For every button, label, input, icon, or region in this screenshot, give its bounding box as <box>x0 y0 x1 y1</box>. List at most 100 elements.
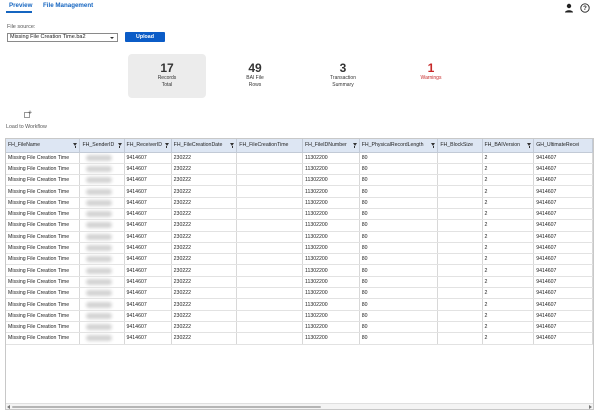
column-header-label: FH_FileIDNumber <box>304 142 347 149</box>
filter-icon[interactable] <box>352 143 357 148</box>
table-cell: 9414607 <box>124 264 172 277</box>
filter-icon[interactable] <box>230 143 235 148</box>
table-cell <box>79 264 125 277</box>
table-cell: 2 <box>482 197 535 209</box>
help-circle-icon[interactable]: ? <box>580 3 590 13</box>
grid-table: FH_FileName FH_SenderID FH_ReceiverID FH_Fi… <box>6 139 593 345</box>
load-to-workflow-label[interactable]: Load to Workflow <box>6 124 47 130</box>
table-cell: 80 <box>359 185 439 198</box>
table-cell: 80 <box>359 253 439 266</box>
column-header[interactable]: FH_FileCreationTime <box>236 139 303 153</box>
table-cell: 9414607 <box>124 253 172 266</box>
table-cell: 80 <box>359 276 439 289</box>
table-row[interactable]: Missing File Creation Time 9414607 230222 1… <box>6 287 593 300</box>
column-header[interactable]: GH_UltimateRecei <box>533 139 593 153</box>
filter-icon[interactable] <box>527 143 532 148</box>
column-header[interactable]: FH_SenderID <box>79 139 125 153</box>
user-icon[interactable] <box>564 3 574 13</box>
stat-warnings[interactable]: 1 Warnings <box>392 54 470 98</box>
table-cell: Missing File Creation Time <box>6 242 81 255</box>
table-cell <box>236 321 303 334</box>
table-cell <box>437 242 483 255</box>
column-header[interactable]: FH_FileIDNumber <box>302 139 360 153</box>
filter-icon[interactable] <box>73 143 78 148</box>
column-header-label: FH_BAIVersion <box>484 142 520 149</box>
redacted-value <box>86 233 113 240</box>
table-cell <box>437 310 483 322</box>
file-source-label: File source: <box>7 24 36 30</box>
table-cell: Missing File Creation Time <box>6 276 81 289</box>
column-header-label: FH_ReceiverID <box>126 142 162 149</box>
table-row[interactable]: Missing File Creation Time 9414607 230222 1… <box>6 208 593 221</box>
scroll-left-arrow-icon[interactable] <box>7 405 10 409</box>
table-cell <box>437 332 483 345</box>
column-header[interactable]: FH_FileCreationDate <box>171 139 238 153</box>
table-row[interactable]: Missing File Creation Time 9414607 230222 1… <box>6 332 593 345</box>
load-workflow-icon[interactable] <box>24 110 32 118</box>
filter-icon[interactable] <box>431 143 436 148</box>
table-row[interactable]: Missing File Creation Time 9414607 230222 1… <box>6 253 593 266</box>
upload-button[interactable]: Upload <box>125 32 165 42</box>
table-row[interactable]: Missing File Creation Time 9414607 230222 1… <box>6 231 593 243</box>
tab-file-management[interactable]: File Management <box>43 2 93 9</box>
table-row[interactable]: Missing File Creation Time 9414607 230222 1… <box>6 163 593 176</box>
table-cell: 80 <box>359 332 439 345</box>
table-cell <box>79 208 125 221</box>
table-cell: 9414607 <box>124 185 172 198</box>
table-cell: 80 <box>359 208 439 221</box>
table-row[interactable]: Missing File Creation Time 9414607 230222 1… <box>6 276 593 289</box>
redacted-value <box>86 211 113 218</box>
table-cell: 230222 <box>171 174 238 187</box>
table-cell <box>236 242 303 255</box>
table-row[interactable]: Missing File Creation Time 9414607 230222 1… <box>6 321 593 334</box>
table-row[interactable]: Missing File Creation Time 9414607 230222 1… <box>6 197 593 209</box>
table-row[interactable]: Missing File Creation Time 9414607 230222 1… <box>6 174 593 187</box>
table-cell <box>236 208 303 221</box>
column-header[interactable]: FH_ReceiverID <box>124 139 172 153</box>
table-cell: 2 <box>482 231 535 243</box>
column-header[interactable]: FH_BAIVersion <box>482 139 535 153</box>
table-cell <box>236 219 303 232</box>
stat-transaction-summary[interactable]: 3 Transaction Summary <box>304 54 382 98</box>
table-row[interactable]: Missing File Creation Time 9414607 230222 1… <box>6 298 593 311</box>
table-cell: 9414607 <box>533 321 593 334</box>
table-cell: 11302200 <box>302 298 360 311</box>
column-header[interactable]: FH_BlockSize <box>437 139 483 153</box>
table-cell <box>236 231 303 243</box>
table-row[interactable]: Missing File Creation Time 9414607 230222 1… <box>6 152 593 164</box>
column-header[interactable]: FH_FileName <box>6 139 81 153</box>
redacted-value <box>86 301 113 308</box>
table-cell: 2 <box>482 185 535 198</box>
file-source-select[interactable]: Missing File Creation Time.ba2 <box>7 33 118 42</box>
table-cell: Missing File Creation Time <box>6 332 81 345</box>
table-cell: 2 <box>482 298 535 311</box>
table-cell <box>79 219 125 232</box>
stat-records-total[interactable]: 17 Records Total <box>128 54 206 98</box>
stat-value: 3 <box>339 61 347 75</box>
stat-bai-file-rows[interactable]: 49 BAI File Rows <box>216 54 294 98</box>
table-cell <box>437 264 483 277</box>
scroll-right-arrow-icon[interactable] <box>589 405 592 409</box>
stat-label: Transaction Summary <box>330 75 356 88</box>
table-row[interactable]: Missing File Creation Time 9414607 230222 1… <box>6 242 593 255</box>
scrollbar-thumb[interactable] <box>12 405 321 408</box>
table-cell: Missing File Creation Time <box>6 231 81 243</box>
table-cell: 11302200 <box>302 287 360 300</box>
table-row[interactable]: Missing File Creation Time 9414607 230222 1… <box>6 185 593 198</box>
grid-body: Missing File Creation Time 9414607 230222 1… <box>6 152 593 345</box>
filter-icon[interactable] <box>164 143 169 148</box>
table-cell: 9414607 <box>124 208 172 221</box>
horizontal-scrollbar[interactable] <box>6 403 593 409</box>
table-row[interactable]: Missing File Creation Time 9414607 230222 1… <box>6 219 593 232</box>
table-cell <box>437 287 483 300</box>
table-cell: 230222 <box>171 152 238 164</box>
tab-preview[interactable]: Preview <box>9 2 32 9</box>
redacted-value <box>86 290 113 297</box>
table-cell: 80 <box>359 321 439 334</box>
table-cell <box>79 321 125 334</box>
table-row[interactable]: Missing File Creation Time 9414607 230222 1… <box>6 310 593 322</box>
table-row[interactable]: Missing File Creation Time 9414607 230222 1… <box>6 264 593 277</box>
table-cell: Missing File Creation Time <box>6 197 81 209</box>
column-header[interactable]: FH_PhysicalRecordLength <box>359 139 439 153</box>
filter-icon[interactable] <box>117 143 122 148</box>
